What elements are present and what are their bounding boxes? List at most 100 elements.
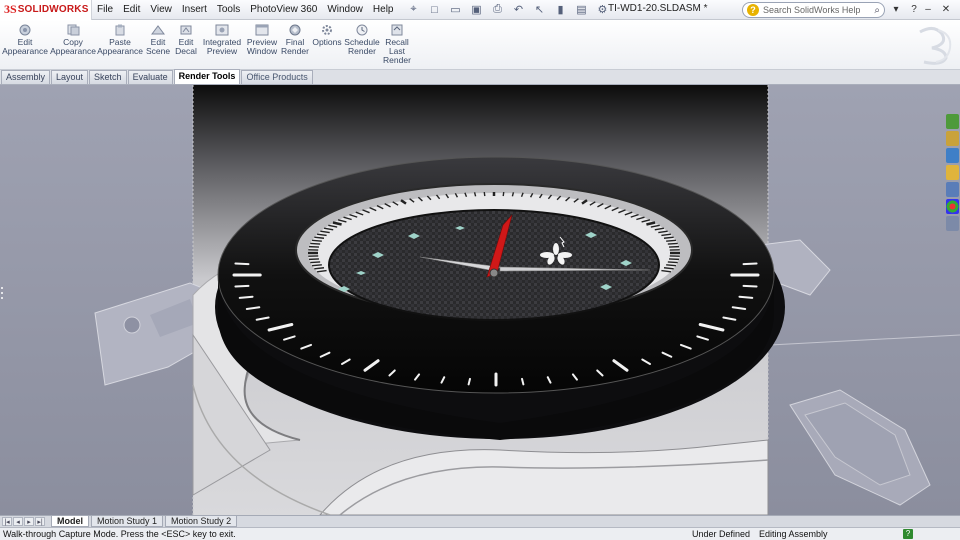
menu-insert[interactable]: Insert xyxy=(177,0,212,20)
menu-file[interactable]: File xyxy=(92,0,118,20)
search-icon[interactable]: ⌕ xyxy=(874,5,880,16)
command-label: Preview xyxy=(206,46,238,56)
menu-edit[interactable]: Edit xyxy=(118,0,145,20)
help-search-box[interactable]: ? Search SolidWorks Help ⌕ xyxy=(742,2,885,18)
select-icon[interactable]: ↖ xyxy=(530,2,548,18)
integrated-preview-icon xyxy=(215,24,229,36)
bezel-marker xyxy=(238,295,254,299)
help-controls: ▾ ? xyxy=(888,2,922,17)
panel-splitter-handle[interactable] xyxy=(0,285,5,301)
options-button[interactable]: Options xyxy=(312,24,342,47)
paste-appearance-button[interactable]: Paste Appearance xyxy=(97,24,143,56)
menu-view[interactable]: View xyxy=(145,0,177,20)
help-dropdown-icon[interactable]: ▾ xyxy=(888,2,904,17)
rebuild-icon[interactable]: ▮ xyxy=(551,2,569,18)
status-mode: Editing Assembly xyxy=(759,529,828,539)
edit-appearance-button[interactable]: Edit Appearance xyxy=(2,24,48,56)
tab-motion-study-1[interactable]: Motion Study 1 xyxy=(91,516,164,527)
status-bar: Walk-through Capture Mode. Press the <ES… xyxy=(0,527,960,540)
last-tab-arrow-icon[interactable]: ▸| xyxy=(35,517,45,526)
new-icon[interactable]: □ xyxy=(425,2,443,18)
chapter-ring-tick xyxy=(312,264,322,267)
chapter-ring-tick xyxy=(667,261,678,264)
bezel-marker xyxy=(742,262,758,266)
solidworks-logo[interactable]: 3S SOLIDWORKS xyxy=(0,0,92,20)
command-manager-tabs: Assembly Layout Sketch Evaluate Render T… xyxy=(0,69,960,85)
command-label: Options xyxy=(312,37,342,47)
chapter-ring-tick xyxy=(667,242,678,245)
menu-window[interactable]: Window xyxy=(322,0,368,20)
preview-window-icon xyxy=(255,24,269,36)
menu-photoview-360[interactable]: PhotoView 360 xyxy=(245,0,322,20)
open-icon[interactable]: ▭ xyxy=(446,2,464,18)
custom-properties-icon[interactable] xyxy=(946,216,959,231)
preview-window-button[interactable]: Preview Window xyxy=(245,24,279,56)
save-icon[interactable]: ▣ xyxy=(467,2,485,18)
tab-office-products[interactable]: Office Products xyxy=(241,70,313,84)
status-message: Walk-through Capture Mode. Press the <ES… xyxy=(3,529,236,539)
chapter-ring-tick xyxy=(310,242,321,245)
search-folder-icon[interactable] xyxy=(946,165,959,180)
file-explorer-icon[interactable] xyxy=(946,148,959,163)
tab-motion-study-2[interactable]: Motion Study 2 xyxy=(165,516,238,527)
copy-appearance-button[interactable]: Copy Appearance xyxy=(50,24,96,56)
tab-scroll-arrows: |◂ ◂ ▸ ▸| xyxy=(2,517,45,526)
task-pane-tabs xyxy=(946,114,960,231)
edit-decal-button[interactable]: Edit Decal xyxy=(174,24,198,56)
edit-scene-icon xyxy=(151,25,165,35)
paste-appearance-icon xyxy=(115,24,125,36)
command-label: Appearance xyxy=(97,46,143,56)
recall-last-render-button[interactable]: Recall Last Render xyxy=(382,24,412,65)
next-tab-arrow-icon[interactable]: ▸ xyxy=(24,517,34,526)
ds-logo-mark: 3S xyxy=(4,2,17,16)
edit-decal-icon xyxy=(180,25,192,35)
tab-render-tools[interactable]: Render Tools xyxy=(173,69,241,84)
undo-icon[interactable]: ↶ xyxy=(509,2,527,18)
file-properties-icon[interactable]: ▤ xyxy=(572,2,590,18)
print-icon[interactable]: ⎙ xyxy=(488,2,506,18)
command-label: Scene xyxy=(145,46,171,56)
close-icon[interactable]: ✕ xyxy=(938,2,954,17)
prev-tab-arrow-icon[interactable]: ◂ xyxy=(13,517,23,526)
command-label: Appearance xyxy=(2,46,48,56)
help-question-icon: ? xyxy=(747,4,759,16)
schedule-render-icon xyxy=(356,24,368,36)
menu-tools[interactable]: Tools xyxy=(212,0,245,20)
design-library-icon[interactable] xyxy=(946,131,959,146)
chapter-ring-tick xyxy=(666,239,676,242)
menu-help[interactable]: Help xyxy=(368,0,399,20)
final-render-button[interactable]: Final Render xyxy=(281,24,309,56)
chapter-ring-tick xyxy=(312,239,322,242)
bezel-marker xyxy=(738,295,754,299)
appearances-icon[interactable] xyxy=(946,199,959,214)
tab-sketch[interactable]: Sketch xyxy=(89,70,127,84)
quick-tips-icon[interactable]: ? xyxy=(903,529,913,539)
bezel-marker xyxy=(234,262,250,266)
logo-text: SOLIDWORKS xyxy=(17,4,89,15)
view-palette-icon[interactable] xyxy=(946,182,959,197)
model-render xyxy=(0,85,960,515)
tab-model[interactable]: Model xyxy=(51,516,89,527)
chapter-ring-tick xyxy=(666,264,676,267)
edit-scene-button[interactable]: Edit Scene xyxy=(146,24,170,56)
minimize-icon[interactable]: – xyxy=(920,2,936,17)
chapter-ring-tick xyxy=(502,191,505,197)
command-label: Render xyxy=(348,46,376,56)
tab-layout[interactable]: Layout xyxy=(51,70,89,84)
tab-assembly[interactable]: Assembly xyxy=(1,70,51,84)
command-manager: Edit Appearance Copy Appearance Paste Ap… xyxy=(0,20,960,70)
graphics-area[interactable]: 🔍︎ ⊕ ⟲ ◧ ▣ ◈ ◐ ● ◉ ▭ xyxy=(0,85,960,515)
resources-icon[interactable] xyxy=(946,114,959,129)
first-tab-arrow-icon[interactable]: |◂ xyxy=(2,517,12,526)
chapter-ring-tick xyxy=(310,261,321,264)
integrated-preview-button[interactable]: Integrated Preview xyxy=(202,24,242,56)
model-motion-tabs: |◂ ◂ ▸ ▸| Model Motion Study 1 Motion St… xyxy=(0,515,960,527)
tab-evaluate[interactable]: Evaluate xyxy=(127,70,173,84)
document-title: TI-WD1-20.SLDASM * xyxy=(608,3,708,14)
search-input[interactable]: Search SolidWorks Help xyxy=(763,5,860,15)
schedule-render-button[interactable]: Schedule Render xyxy=(344,24,380,56)
bezel-marker xyxy=(234,284,250,288)
command-label: Window xyxy=(246,46,278,56)
ds-watermark-logo xyxy=(919,27,952,65)
pin-icon[interactable]: ⌖ xyxy=(404,2,422,18)
